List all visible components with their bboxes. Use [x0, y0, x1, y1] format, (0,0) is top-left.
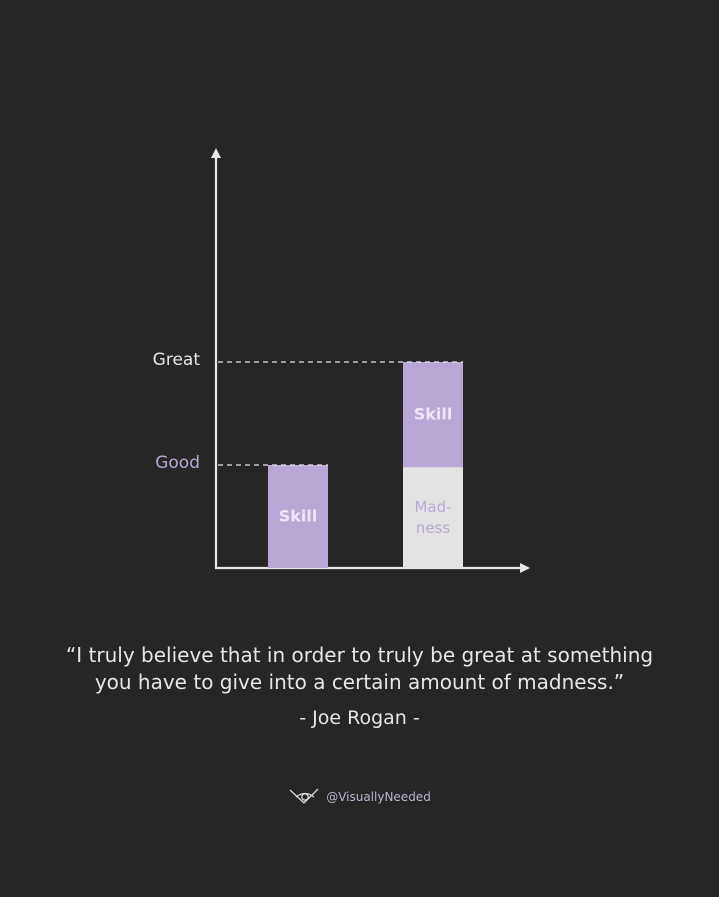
- brand-handle: @VisuallyNeeded: [326, 790, 431, 804]
- quote-text: “I truly believe that in order to truly …: [20, 642, 699, 696]
- quote-line-1: “I truly believe that in order to truly …: [65, 643, 654, 667]
- bar-1-segment-1-label: Skill: [279, 507, 318, 526]
- level-label-1: Great: [153, 350, 201, 370]
- quote-author: - Joe Rogan -: [299, 707, 420, 729]
- y-axis-arrow: [211, 148, 221, 158]
- bar-2-segment-1-label: ness: [416, 519, 451, 537]
- quote-line-2: you have to give into a certain amount o…: [94, 670, 625, 694]
- level-label-2: Good: [155, 453, 200, 473]
- chart: Skill Mad-ness Skill Great Good: [153, 148, 530, 573]
- x-axis-arrow: [520, 563, 530, 573]
- eye-logo-icon: [289, 788, 319, 804]
- bar-2-segment-1: [403, 467, 463, 568]
- bar-2-segment-1-label: Mad-: [414, 498, 451, 516]
- brand-watermark: @VisuallyNeeded: [0, 786, 719, 808]
- bar-2-segment-2-label: Skill: [414, 405, 453, 424]
